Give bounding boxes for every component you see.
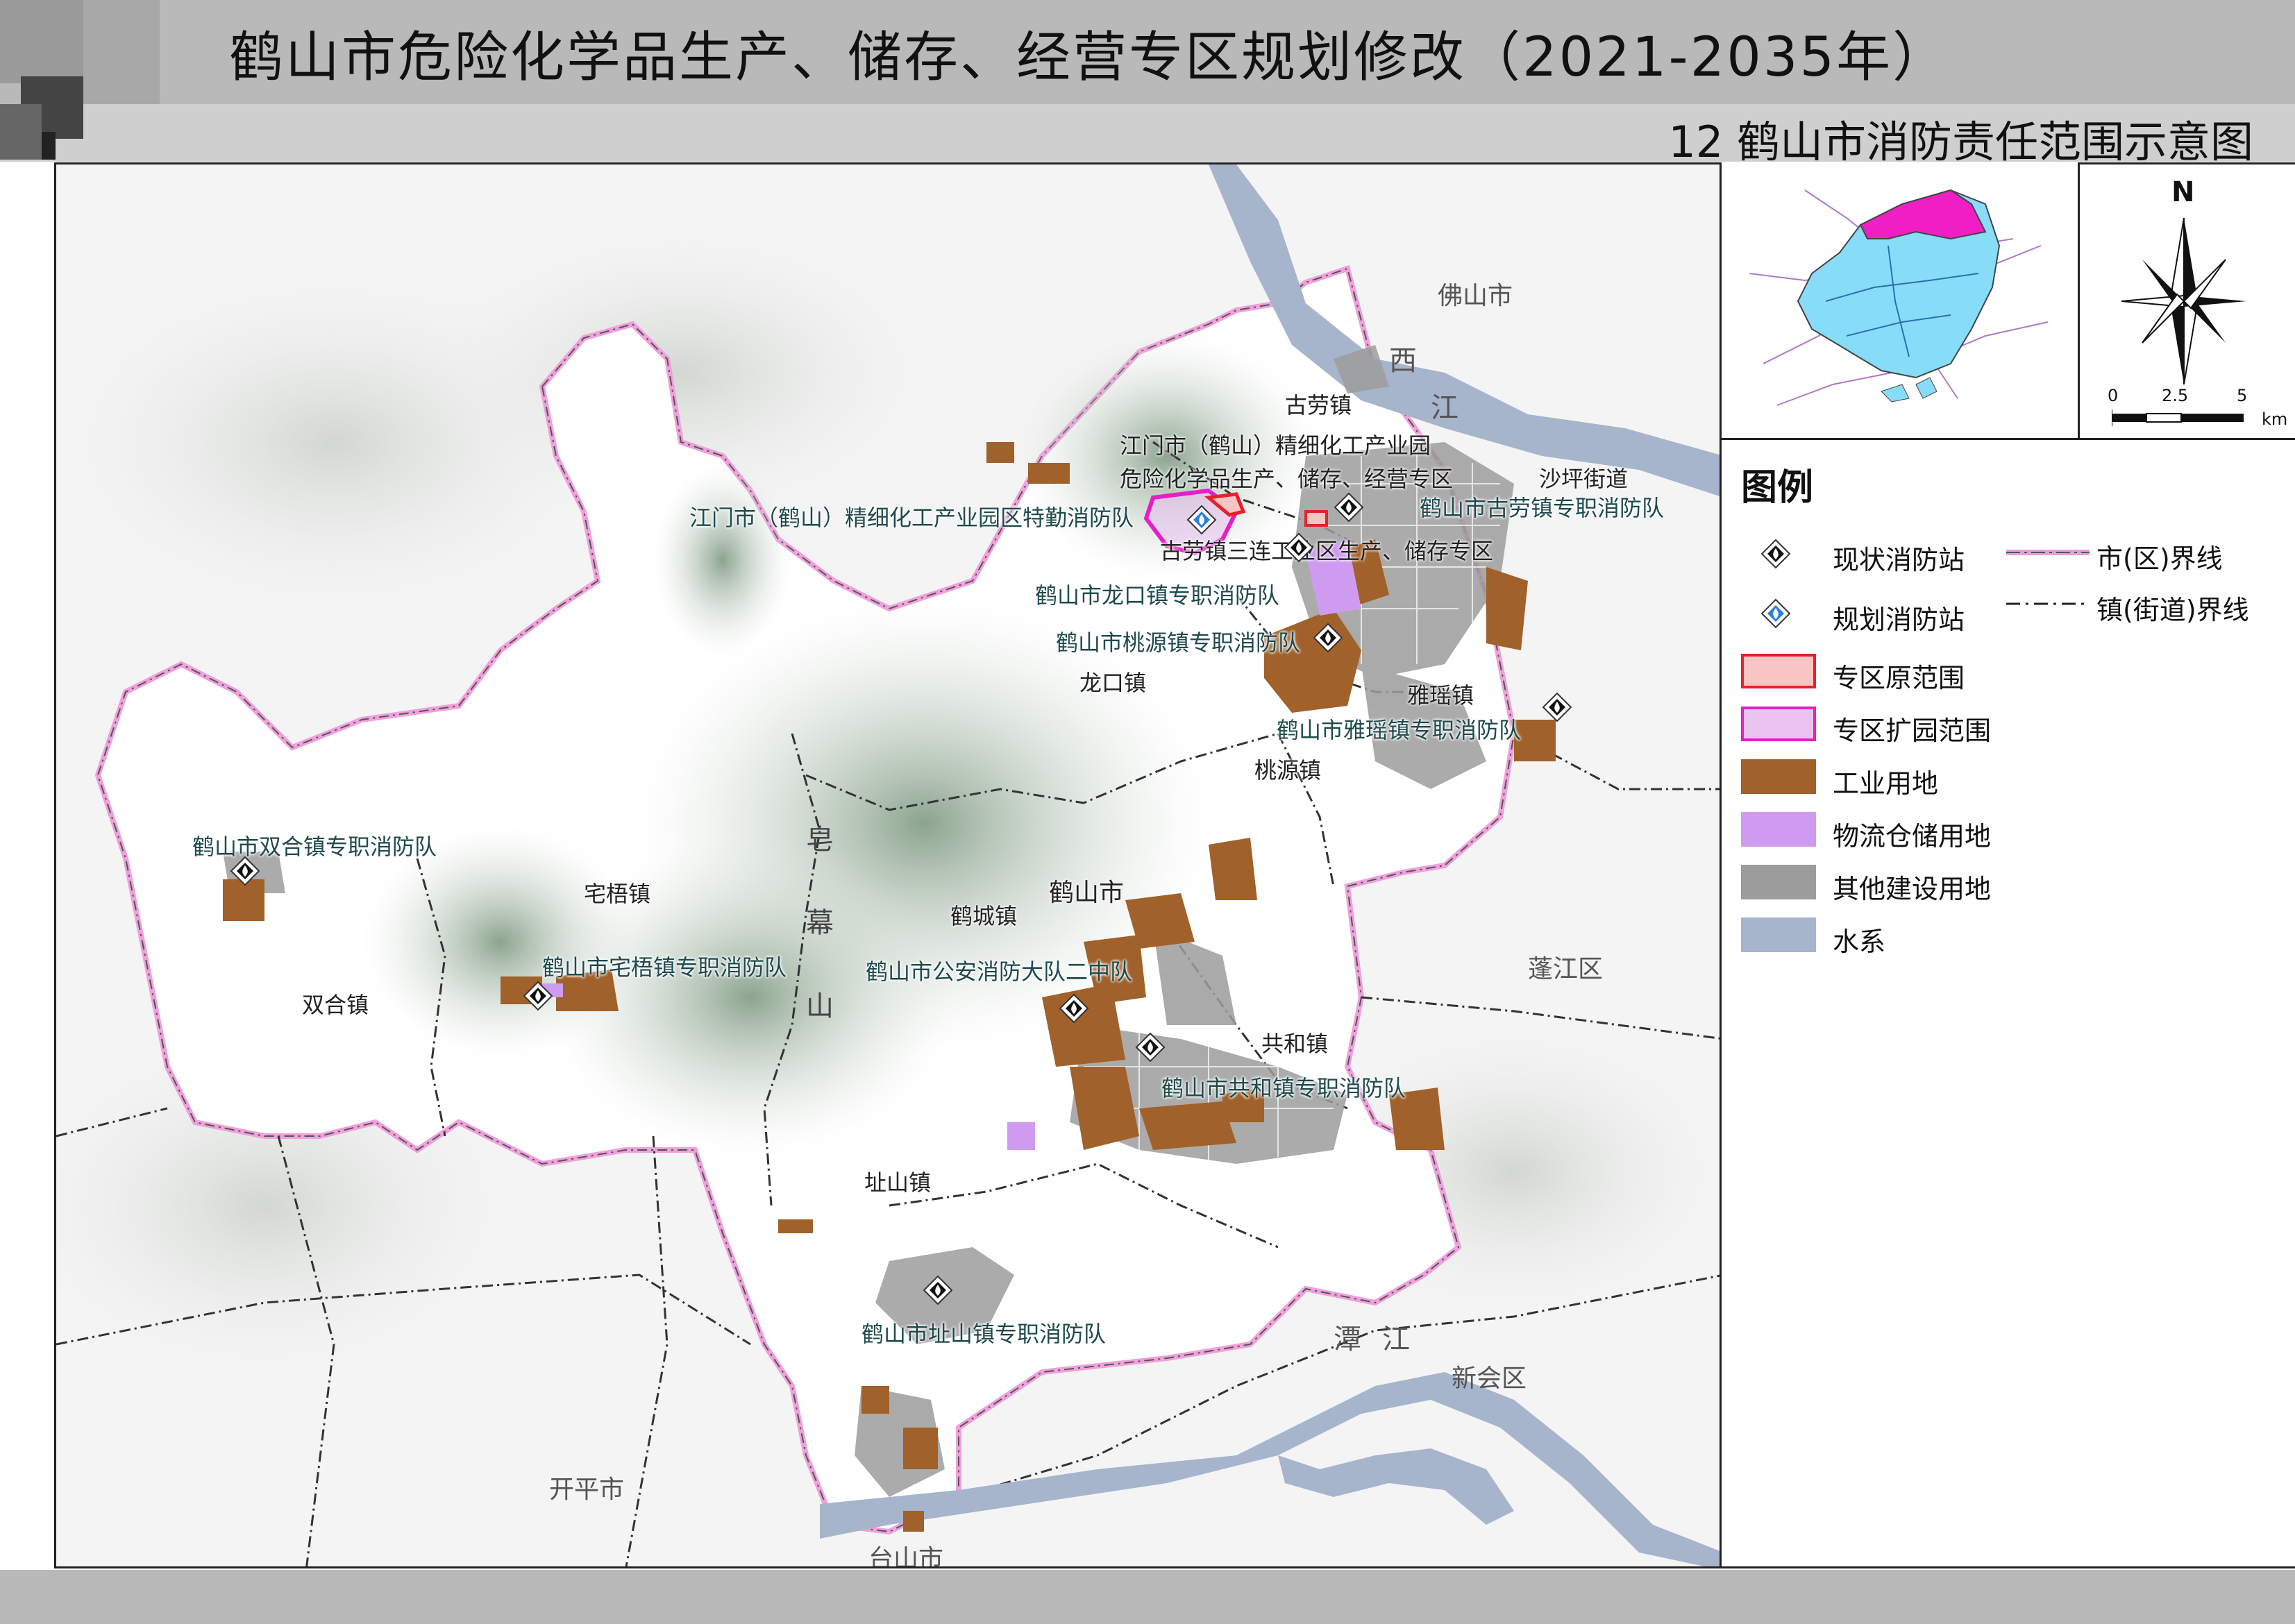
legend-swatch-water	[1741, 917, 1816, 952]
station-label-taoyuan: 鹤山市桃源镇专职消防队	[1056, 629, 1301, 656]
map-subtitle: 12 鹤山市消防责任范围示意图	[1668, 117, 2253, 167]
mountain-label-1: 皂	[806, 824, 834, 856]
region-label-pengjiang: 蓬江区	[1528, 955, 1604, 983]
fire-station-icon-shuanghe[interactable]	[230, 856, 260, 886]
compass-scale-box: N 0 2.5 5 km	[2080, 162, 2295, 440]
legend-label-other-construction: 其他建设用地	[1833, 874, 1992, 904]
city-label: 鹤山市	[1049, 879, 1125, 907]
mountain-label-3: 山	[806, 990, 834, 1022]
region-label-xinhui: 新会区	[1452, 1364, 1527, 1393]
corner-decoration	[0, 104, 42, 160]
town-label-gulao: 古劳镇	[1285, 392, 1352, 418]
station-label-zhaiwu: 鹤山市宅梧镇专职消防队	[542, 954, 787, 981]
corner-decoration	[0, 0, 83, 83]
town-label-longkou: 龙口镇	[1079, 670, 1147, 696]
fire-station-icon-zhishan[interactable]	[923, 1275, 953, 1305]
fire-station-icon-gonghe[interactable]	[1135, 1032, 1166, 1063]
mountain-terrain-north-west	[653, 463, 792, 657]
legend-town-boundary-line	[2006, 602, 2090, 605]
legend-swatch-original-range	[1741, 654, 1816, 688]
town-label-gonghe: 共和镇	[1261, 1031, 1329, 1057]
town-label-yayao: 雅瑶镇	[1407, 682, 1474, 709]
legend-swatch-extension-range	[1741, 707, 1816, 741]
legend-label-existing-station: 现状消防站	[1833, 545, 1965, 575]
station-label-shuanghe: 鹤山市双合镇专职消防队	[192, 834, 437, 860]
page-title: 鹤山市危险化学品生产、储存、经营专区规划修改（2021-2035年）	[229, 26, 1949, 89]
legend-label-extension-range: 专区扩园范围	[1833, 716, 1992, 746]
station-label-longkou: 鹤山市龙口镇专职消防队	[1035, 582, 1280, 609]
legend-swatch-logistics	[1741, 812, 1816, 847]
town-label-shaping: 沙坪街道	[1539, 466, 1629, 492]
river-label-jiang-2: 江	[1382, 1323, 1410, 1355]
river-label-xi: 西	[1389, 345, 1417, 377]
river-label-tan: 潭	[1334, 1323, 1361, 1355]
corner-decoration	[83, 0, 160, 104]
legend-label-original-range: 专区原范围	[1833, 663, 1965, 693]
legend-label-industrial: 工业用地	[1833, 768, 1939, 799]
legend-label-planned-station: 规划消防站	[1833, 604, 1965, 635]
station-label-yayao: 鹤山市雅瑶镇专职消防队	[1277, 717, 1522, 743]
region-label-taishan: 台山市	[868, 1545, 944, 1568]
fire-station-icon-police[interactable]	[1059, 993, 1089, 1024]
scale-tick-2: 5	[2237, 386, 2248, 405]
main-map: 佛山市 蓬江区 新会区 开平市 台山市 西 江 潭 江 皂 幕 山 鹤山市 古劳…	[54, 162, 1722, 1568]
fire-station-icon-gulao[interactable]	[1334, 492, 1364, 523]
town-label-zhaiwu: 宅梧镇	[584, 881, 651, 907]
town-label-taoyuan: 桃源镇	[1254, 757, 1322, 784]
inset-canvas	[1749, 189, 2049, 406]
footer-band	[0, 1570, 2295, 1624]
zone-original-range-gulao	[1304, 510, 1328, 527]
north-arrow-icon	[2121, 217, 2246, 384]
zone-label-park: 江门市（鹤山）精细化工产业园	[1120, 432, 1431, 459]
zone-label-sanlian: 古劳镇三连工业区生产、储存专区	[1160, 538, 1494, 564]
station-label-gonghe: 鹤山市共和镇专职消防队	[1161, 1075, 1406, 1101]
station-label-gulao: 鹤山市古劳镇专职消防队	[1420, 495, 1665, 521]
region-label-kaiping: 开平市	[549, 1475, 625, 1504]
zone-label-hazchem: 危险化学品生产、储存、经营专区	[1120, 466, 1454, 492]
legend-swatch-other-construction	[1741, 865, 1816, 899]
legend-label-town-boundary: 镇(街道)界线	[2096, 595, 2249, 625]
town-label-zhishan: 址山镇	[864, 1169, 932, 1196]
scale-bar	[2112, 409, 2244, 426]
inset-location-map	[1722, 162, 2080, 440]
corner-decoration	[42, 132, 56, 160]
station-label-planned: 江门市（鹤山）精细化工产业园区特勤消防队	[689, 505, 1134, 531]
fire-station-icon-longkou[interactable]	[1284, 532, 1314, 563]
station-label-police: 鹤山市公安消防大队二中队	[866, 958, 1133, 985]
station-label-zhishan: 鹤山市址山镇专职消防队	[861, 1321, 1107, 1347]
legend-title: 图例	[1741, 467, 1814, 509]
legend-city-boundary-line	[2006, 550, 2090, 555]
legend-label-logistics: 物流仓储用地	[1833, 821, 1992, 852]
mountain-label-2: 幕	[806, 907, 834, 939]
river-label-jiang: 江	[1431, 392, 1458, 424]
town-label-hecheng: 鹤城镇	[950, 903, 1018, 929]
legend-swatch-industrial	[1741, 759, 1816, 794]
region-label-foshan: 佛山市	[1438, 282, 1513, 310]
scale-tick-0: 0	[2108, 386, 2119, 405]
town-label-shuanghe: 双合镇	[302, 992, 369, 1018]
legend-label-water: 水系	[1833, 927, 1886, 957]
legend-planned-fire-station-icon	[1760, 598, 1791, 629]
planned-fire-station-icon[interactable]	[1186, 505, 1217, 535]
fire-station-icon-yayao[interactable]	[1542, 692, 1572, 722]
scale-tick-1: 2.5	[2162, 386, 2189, 405]
fire-station-icon-taoyuan[interactable]	[1313, 623, 1343, 653]
legend-label-city-boundary: 市(区)界线	[2096, 543, 2223, 574]
scale-unit: km	[2262, 409, 2288, 429]
legend-existing-fire-station-icon	[1760, 539, 1791, 569]
fire-station-icon-zhaiwu[interactable]	[523, 981, 553, 1011]
